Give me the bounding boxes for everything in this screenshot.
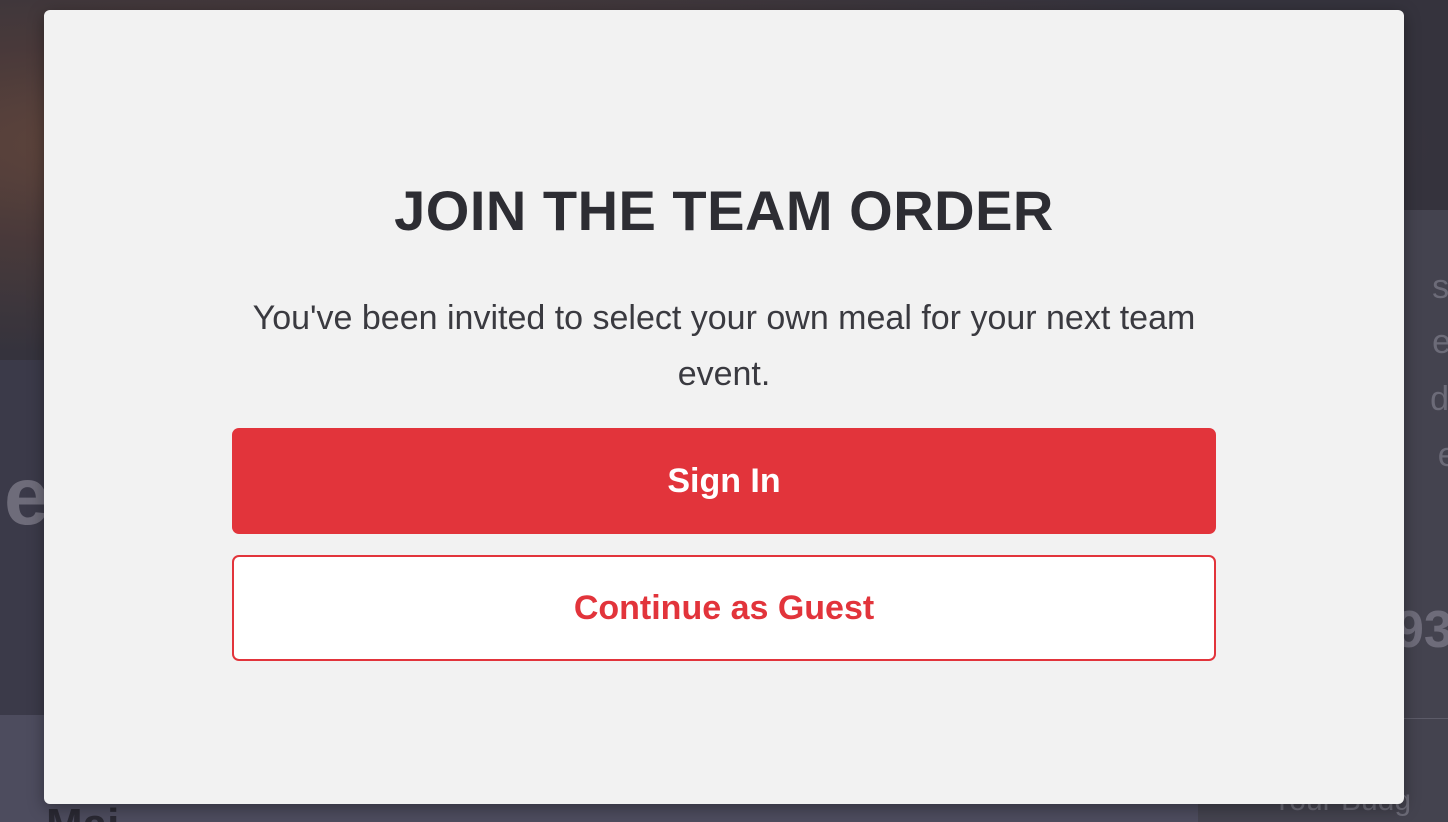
summary-text-line: er	[1437, 436, 1448, 474]
join-team-order-modal: JOIN THE TEAM ORDER You've been invited …	[44, 10, 1404, 804]
sign-in-button[interactable]: Sign In	[232, 428, 1216, 534]
modal-title: JOIN THE TEAM ORDER	[394, 179, 1054, 242]
summary-text-line: es	[1432, 323, 1448, 361]
summary-text-line: se	[1432, 268, 1448, 306]
modal-description: You've been invited to select your own m…	[252, 299, 1196, 393]
background-heading-fragment: e	[4, 451, 50, 542]
continue-as-guest-button[interactable]: Continue as Guest	[232, 555, 1216, 661]
summary-text-line: de	[1430, 380, 1448, 418]
